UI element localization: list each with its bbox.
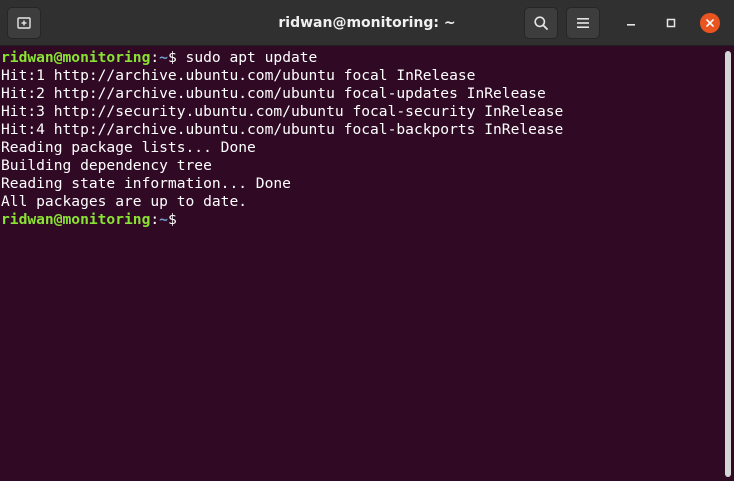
terminal-window: ridwan@monitoring: ~ ridwan@monitoring:~…: [0, 0, 734, 481]
close-button[interactable]: [700, 13, 720, 33]
prompt-symbol: $: [167, 49, 186, 66]
hamburger-menu-icon: [577, 18, 589, 28]
new-tab-icon: [17, 17, 31, 29]
current-prompt-line: ridwan@monitoring:~$: [1, 211, 722, 229]
new-tab-button[interactable]: [7, 7, 41, 39]
prompt-symbol: $: [167, 211, 186, 228]
output-line: Hit:2 http://archive.ubuntu.com/ubuntu f…: [1, 85, 546, 102]
prompt-user-host: ridwan@monitoring: [1, 211, 151, 228]
text-cursor: [186, 211, 195, 227]
minimize-icon: [627, 24, 635, 26]
scrollbar-thumb[interactable]: [725, 51, 731, 477]
vertical-scrollbar[interactable]: [722, 46, 734, 481]
prompt-colon: :: [150, 49, 160, 66]
menu-button[interactable]: [566, 7, 600, 39]
output-line: Hit:1 http://archive.ubuntu.com/ubuntu f…: [1, 67, 476, 84]
terminal-output-area[interactable]: ridwan@monitoring:~$ sudo apt update Hit…: [0, 46, 722, 481]
header-bar: ridwan@monitoring: ~: [0, 0, 734, 46]
minimize-button[interactable]: [621, 13, 641, 33]
output-line: Reading state information... Done: [1, 175, 291, 192]
output-line: All packages are up to date.: [1, 193, 248, 210]
prompt-user-host: ridwan@monitoring: [1, 49, 151, 66]
prompt-cwd: ~: [159, 49, 168, 66]
output-line: Hit:4 http://archive.ubuntu.com/ubuntu f…: [1, 121, 564, 138]
prompt-colon: :: [150, 211, 160, 228]
output-line: Hit:3 http://security.ubuntu.com/ubuntu …: [1, 103, 564, 120]
prompt-cwd: ~: [159, 211, 168, 228]
search-icon: [534, 16, 548, 30]
output-line: Building dependency tree: [1, 157, 212, 174]
maximize-button[interactable]: [661, 13, 681, 33]
command-line: ridwan@monitoring:~$ sudo apt update: [1, 49, 722, 67]
window-title: ridwan@monitoring: ~: [278, 15, 456, 31]
output-line: Reading package lists... Done: [1, 139, 256, 156]
maximize-icon: [666, 18, 676, 28]
search-button[interactable]: [524, 7, 558, 39]
command-text: sudo apt update: [185, 49, 318, 66]
close-icon: [706, 19, 714, 27]
